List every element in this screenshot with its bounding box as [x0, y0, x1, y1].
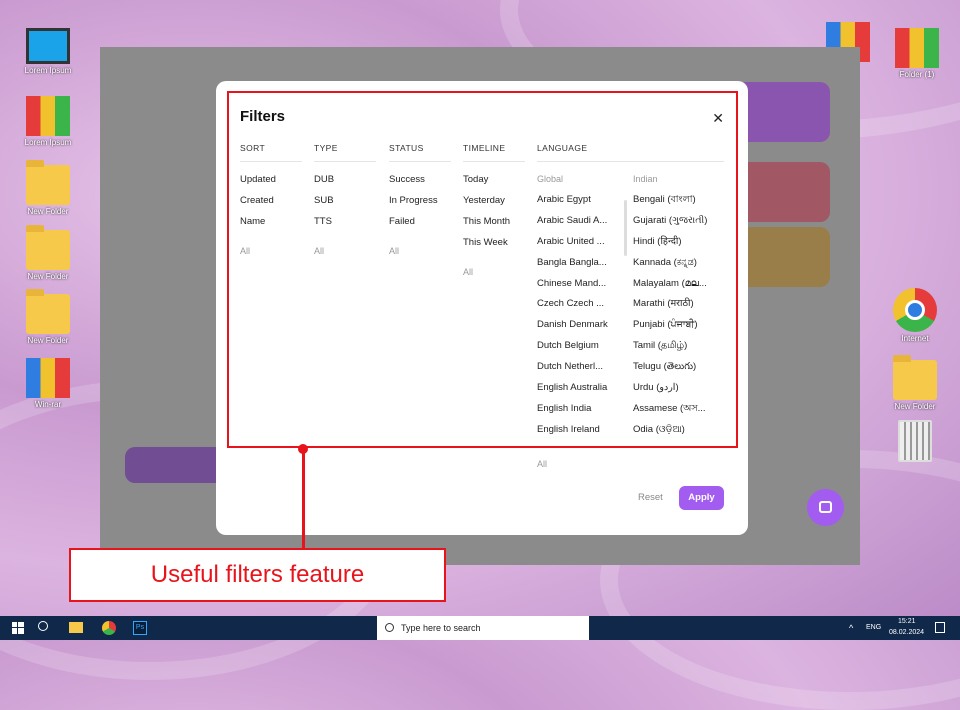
language-indicator[interactable]: ENG	[866, 624, 881, 631]
chat-button[interactable]	[807, 489, 844, 526]
chrome-icon[interactable]	[102, 621, 116, 635]
desktop-icon-folder-1[interactable]: Folder (1)	[887, 28, 947, 79]
folder-icon	[893, 355, 937, 400]
folder-icon	[26, 160, 70, 205]
language-all[interactable]: All	[537, 459, 724, 469]
desktop-icon-binders[interactable]: Lorem Ipsum	[18, 96, 78, 147]
winrar-icon	[26, 358, 70, 398]
search-icon	[385, 623, 394, 632]
trash-icon	[898, 420, 932, 462]
desktop-icon-folder[interactable]: New Folder	[18, 289, 78, 345]
desktop-icon-folder[interactable]: New Folder	[18, 225, 78, 281]
chat-icon	[819, 501, 832, 513]
notification-icon[interactable]	[935, 622, 945, 633]
clock-time[interactable]: 15:21	[898, 618, 916, 625]
taskbar: Ps Type here to search ^ ENG 15:21 08.02…	[0, 616, 960, 640]
binders-icon	[895, 28, 939, 68]
highlight-box	[227, 91, 738, 448]
tray-chevron-icon[interactable]: ^	[849, 623, 853, 633]
folder-icon	[26, 225, 70, 270]
photoshop-icon[interactable]: Ps	[133, 621, 147, 635]
desktop-icon-computer[interactable]: Lorem Ipsum	[18, 28, 78, 75]
chrome-icon	[893, 288, 937, 332]
reset-button[interactable]: Reset	[638, 492, 663, 503]
desktop-icon-internet[interactable]: Internet	[885, 288, 945, 343]
clock-date[interactable]: 08.02.2024	[889, 629, 924, 636]
annotation-line	[302, 448, 305, 548]
windows-start-icon[interactable]	[12, 622, 24, 634]
binders-icon	[26, 96, 70, 136]
apply-button[interactable]: Apply	[679, 486, 724, 510]
recycle-bin[interactable]	[885, 420, 945, 464]
taskbar-search-input[interactable]: Type here to search	[377, 616, 589, 640]
desktop-icon-winrar[interactable]: Win-rar	[18, 358, 78, 409]
desktop-icon-folder[interactable]: New Folder	[18, 160, 78, 216]
desktop-icon-folder[interactable]: New Folder	[885, 355, 945, 411]
search-placeholder: Type here to search	[401, 623, 481, 633]
file-explorer-icon[interactable]	[69, 622, 83, 633]
search-icon[interactable]	[38, 621, 48, 631]
folder-icon	[26, 289, 70, 334]
annotation-callout: Useful filters feature	[69, 548, 446, 602]
computer-icon	[26, 28, 70, 64]
